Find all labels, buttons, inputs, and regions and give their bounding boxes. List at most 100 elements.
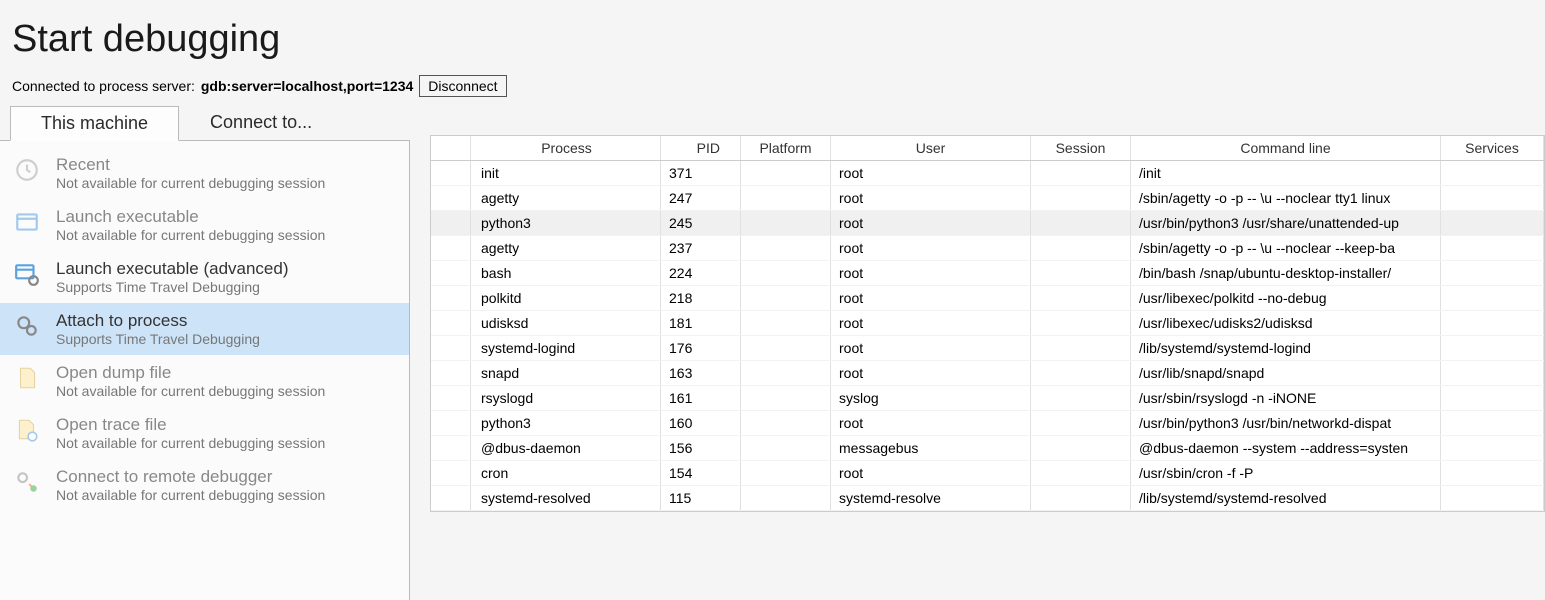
cell-cmd: /usr/sbin/cron -f -P [1131,461,1441,485]
gears-icon [12,311,42,341]
cell-cmd: /usr/libexec/polkitd --no-debug [1131,286,1441,310]
col-indicator[interactable] [431,136,471,160]
cell-services [1441,436,1544,460]
cell-session [1031,161,1131,185]
process-table: Process PID Platform User Session Comman… [430,135,1545,512]
cell-session [1031,286,1131,310]
disconnect-button[interactable]: Disconnect [419,75,506,97]
sidebar-item-label: Attach to process [56,311,260,331]
cell-cmd: /bin/bash /snap/ubuntu-desktop-installer… [1131,261,1441,285]
sidebar-item-sublabel: Not available for current debugging sess… [56,383,325,399]
cell-session [1031,361,1131,385]
table-row[interactable]: agetty237root/sbin/agetty -o -p -- \u --… [431,236,1544,261]
table-row[interactable]: bash224root/bin/bash /snap/ubuntu-deskto… [431,261,1544,286]
tabs: This machineConnect to... [0,105,410,140]
sidebar-item-label: Launch executable (advanced) [56,259,289,279]
cell-process: snapd [471,361,661,385]
tab-this-machine[interactable]: This machine [10,106,179,141]
table-row[interactable]: @dbus-daemon156messagebus@dbus-daemon --… [431,436,1544,461]
table-row[interactable]: systemd-resolved115systemd-resolve/lib/s… [431,486,1544,511]
sidebar-item-label: Open dump file [56,363,325,383]
cell-services [1441,336,1544,360]
cell-session [1031,261,1131,285]
col-process[interactable]: Process [471,136,661,160]
sidebar-item-connect-remote: Connect to remote debuggerNot available … [0,459,409,511]
cell-platform [741,486,831,510]
sidebar-item-sublabel: Not available for current debugging sess… [56,227,325,243]
cell-platform [741,286,831,310]
col-session[interactable]: Session [1031,136,1131,160]
table-row[interactable]: snapd163root/usr/lib/snapd/snapd [431,361,1544,386]
table-row[interactable]: rsyslogd161syslog/usr/sbin/rsyslogd -n -… [431,386,1544,411]
cell-process: udisksd [471,311,661,335]
cell-indicator [431,311,471,335]
table-row[interactable]: python3160root/usr/bin/python3 /usr/bin/… [431,411,1544,436]
cell-platform [741,311,831,335]
cell-indicator [431,461,471,485]
cell-cmd: @dbus-daemon --system --address=systen [1131,436,1441,460]
cell-process: agetty [471,186,661,210]
cell-process: python3 [471,411,661,435]
cell-indicator [431,336,471,360]
table-row[interactable]: systemd-logind176root/lib/systemd/system… [431,336,1544,361]
window-gear-icon [12,259,42,289]
cell-indicator [431,411,471,435]
sidebar-item-launch-exe: Launch executableNot available for curre… [0,199,409,251]
table-row[interactable]: cron154root/usr/sbin/cron -f -P [431,461,1544,486]
cell-session [1031,336,1131,360]
cell-session [1031,386,1131,410]
cell-cmd: /usr/lib/snapd/snapd [1131,361,1441,385]
cell-indicator [431,211,471,235]
cell-platform [741,436,831,460]
connection-value: gdb:server=localhost,port=1234 [201,78,413,94]
col-platform[interactable]: Platform [741,136,831,160]
cell-user: syslog [831,386,1031,410]
file-icon [12,363,42,393]
cell-user: root [831,411,1031,435]
col-services[interactable]: Services [1441,136,1544,160]
cell-process: init [471,161,661,185]
sidebar-item-sublabel: Not available for current debugging sess… [56,175,325,191]
cell-pid: 181 [661,311,741,335]
cell-indicator [431,436,471,460]
sidebar-item-open-trace: Open trace fileNot available for current… [0,407,409,459]
cell-cmd: /usr/libexec/udisks2/udisksd [1131,311,1441,335]
sidebar-item-recent: RecentNot available for current debuggin… [0,147,409,199]
cell-pid: 176 [661,336,741,360]
col-user[interactable]: User [831,136,1031,160]
cell-services [1441,361,1544,385]
cell-services [1441,486,1544,510]
cell-pid: 161 [661,386,741,410]
cell-user: messagebus [831,436,1031,460]
cell-indicator [431,161,471,185]
sidebar-item-launch-exe-adv[interactable]: Launch executable (advanced)Supports Tim… [0,251,409,303]
cell-user: systemd-resolve [831,486,1031,510]
cell-indicator [431,236,471,260]
cell-indicator [431,361,471,385]
cell-process: agetty [471,236,661,260]
table-row[interactable]: udisksd181root/usr/libexec/udisks2/udisk… [431,311,1544,336]
cell-cmd: /sbin/agetty -o -p -- \u --noclear --kee… [1131,236,1441,260]
cell-process: rsyslogd [471,386,661,410]
col-cmd[interactable]: Command line [1131,136,1441,160]
cell-platform [741,236,831,260]
cell-pid: 163 [661,361,741,385]
sidebar: RecentNot available for current debuggin… [0,140,410,600]
table-row[interactable]: polkitd218root/usr/libexec/polkitd --no-… [431,286,1544,311]
table-row[interactable]: init371root/init [431,161,1544,186]
table-row[interactable]: agetty247root/sbin/agetty -o -p -- \u --… [431,186,1544,211]
col-pid[interactable]: PID [661,136,741,160]
table-row[interactable]: python3245root/usr/bin/python3 /usr/shar… [431,211,1544,236]
cell-indicator [431,486,471,510]
cell-process: cron [471,461,661,485]
sidebar-item-attach-process[interactable]: Attach to processSupports Time Travel De… [0,303,409,355]
cell-pid: 371 [661,161,741,185]
tab-connect-to-[interactable]: Connect to... [179,105,343,140]
cell-indicator [431,386,471,410]
cell-session [1031,461,1131,485]
cell-services [1441,411,1544,435]
cell-platform [741,211,831,235]
cell-platform [741,461,831,485]
cell-user: root [831,461,1031,485]
window-icon [12,207,42,237]
